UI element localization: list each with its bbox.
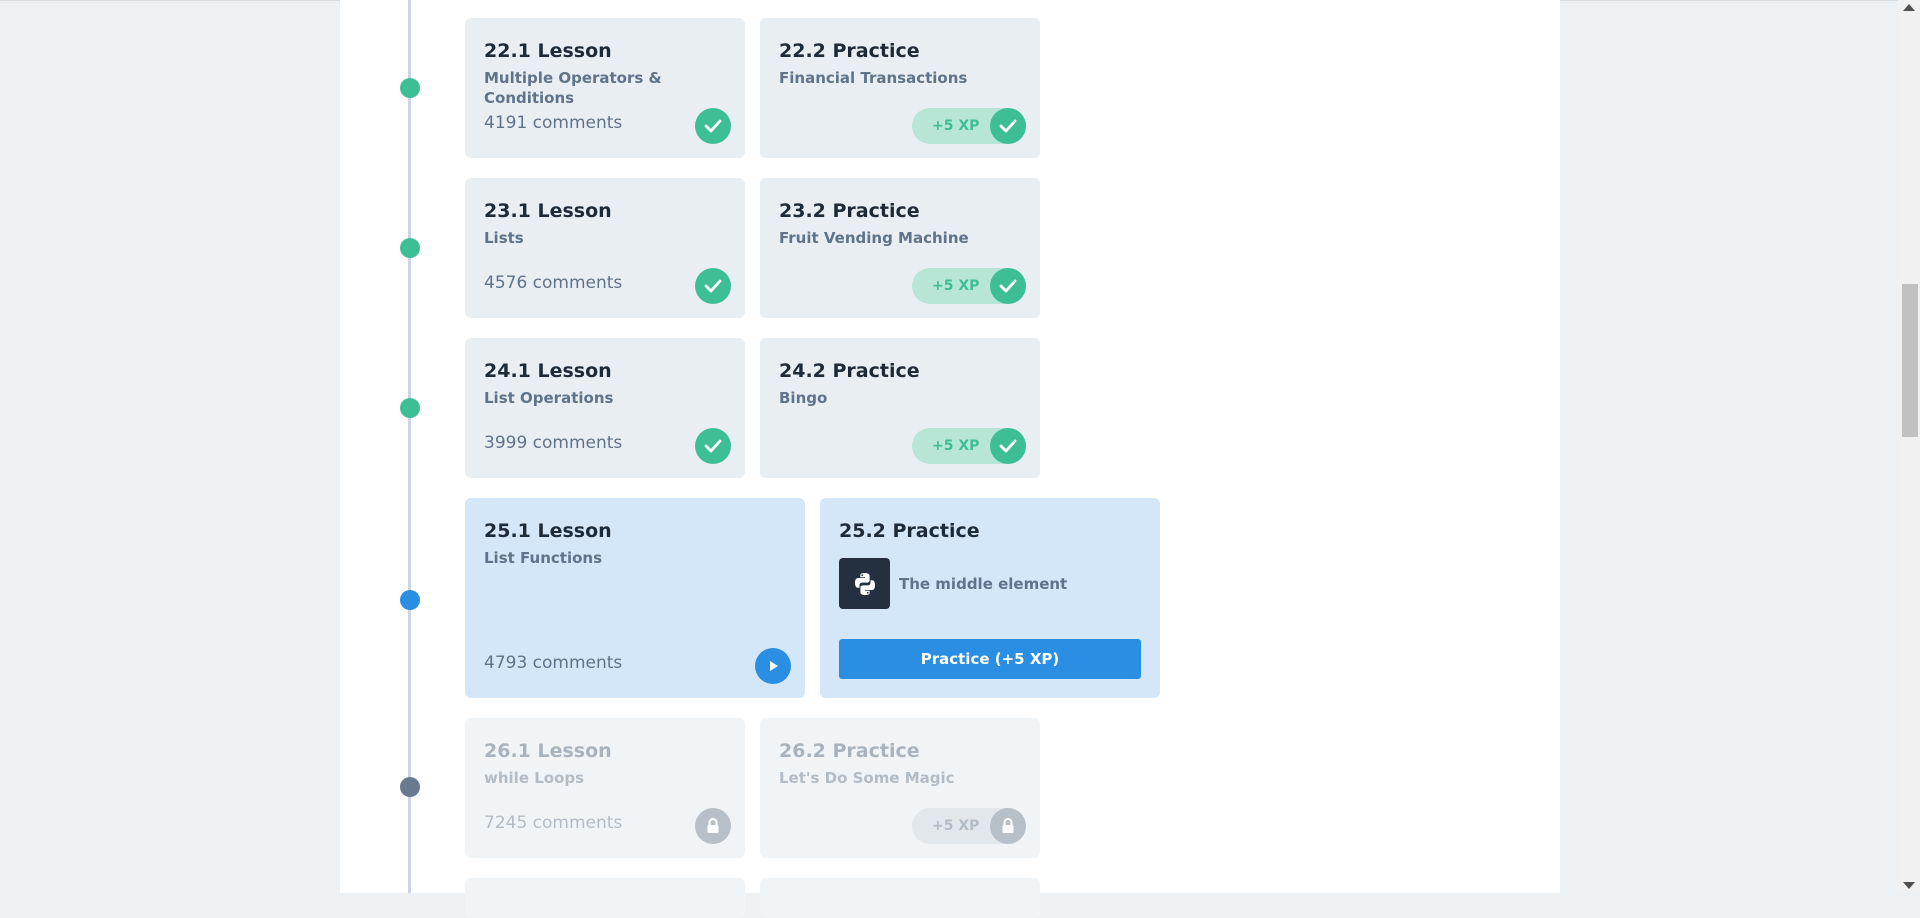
lesson-title: while Loops [484, 769, 585, 787]
scroll-thumb[interactable] [1902, 284, 1918, 437]
practice-title: Fruit Vending Machine [779, 229, 969, 247]
xp-badge: +5 XP [912, 268, 1026, 304]
timeline-dot-done [400, 238, 420, 258]
exercise-title: The middle element [899, 574, 1068, 593]
xp-badge: +5 XP [912, 428, 1026, 464]
lock-icon [695, 808, 731, 844]
xp-label: +5 XP [932, 118, 980, 134]
lesson-card-locked: 26.1 Lesson while Loops 7245 comments [465, 718, 745, 858]
check-icon [990, 108, 1026, 144]
timeline-dot-done [400, 398, 420, 418]
exercise-row[interactable]: The middle element [839, 558, 1067, 609]
play-icon[interactable] [755, 648, 791, 684]
lesson-title: Lists [484, 229, 524, 247]
timeline-dot-done [400, 78, 420, 98]
lesson-card-locked [465, 878, 745, 918]
lock-icon [990, 808, 1026, 844]
practice-card-locked: 26.2 Practice Let's Do Some Magic +5 XP [760, 718, 1040, 858]
practice-card-locked [760, 878, 1040, 918]
check-icon [695, 268, 731, 304]
check-icon [990, 268, 1026, 304]
xp-badge: +5 XP [912, 108, 1026, 144]
timeline-dot-current [400, 590, 420, 610]
lesson-card[interactable]: 24.1 Lesson List Operations 3999 comment… [465, 338, 745, 478]
scroll-down-arrow-icon[interactable] [1903, 882, 1915, 889]
practice-number: 24.2 Practice [779, 360, 920, 382]
practice-number: 25.2 Practice [839, 520, 980, 542]
practice-title: Financial Transactions [779, 69, 968, 87]
python-logo-icon [839, 558, 890, 609]
practice-number: 26.2 Practice [779, 740, 920, 762]
lesson-card-current[interactable]: 25.1 Lesson List Functions 4793 comments [465, 498, 805, 698]
comments-link[interactable]: 4576 comments [484, 273, 622, 293]
xp-label: +5 XP [932, 438, 980, 454]
page-scrollbar[interactable] [1898, 0, 1920, 893]
practice-button[interactable]: Practice (+5 XP) [839, 639, 1141, 679]
lesson-title: List Functions [484, 549, 602, 567]
lesson-number: 26.1 Lesson [484, 740, 612, 762]
xp-label: +5 XP [932, 278, 980, 294]
practice-title: Bingo [779, 389, 828, 407]
lesson-number: 24.1 Lesson [484, 360, 612, 382]
lesson-number: 23.1 Lesson [484, 200, 612, 222]
practice-number: 22.2 Practice [779, 40, 920, 62]
comments-link[interactable]: 4793 comments [484, 653, 622, 673]
lesson-title: List Operations [484, 389, 614, 407]
lesson-card[interactable]: 22.1 Lesson Multiple Operators & Conditi… [465, 18, 745, 158]
lesson-number: 25.1 Lesson [484, 520, 612, 542]
progress-timeline [408, 0, 411, 893]
lesson-title: Multiple Operators & Conditions [484, 69, 662, 107]
comments-link[interactable]: 4191 comments [484, 113, 622, 133]
lesson-number: 22.1 Lesson [484, 40, 612, 62]
timeline-dot-locked [400, 777, 420, 797]
practice-number: 23.2 Practice [779, 200, 920, 222]
check-icon [695, 108, 731, 144]
xp-badge: +5 XP [912, 808, 1026, 844]
lesson-card[interactable]: 23.1 Lesson Lists 4576 comments [465, 178, 745, 318]
practice-card-current[interactable]: 25.2 Practice The middle element Practic… [820, 498, 1160, 698]
comments-link: 7245 comments [484, 813, 623, 833]
check-icon [990, 428, 1026, 464]
scroll-up-arrow-icon[interactable] [1903, 4, 1915, 11]
practice-card[interactable]: 24.2 Practice Bingo +5 XP [760, 338, 1040, 478]
practice-card[interactable]: 22.2 Practice Financial Transactions +5 … [760, 18, 1040, 158]
practice-card[interactable]: 23.2 Practice Fruit Vending Machine +5 X… [760, 178, 1040, 318]
comments-link[interactable]: 3999 comments [484, 433, 622, 453]
xp-label: +5 XP [932, 818, 980, 834]
practice-title: Let's Do Some Magic [779, 769, 955, 787]
check-icon [695, 428, 731, 464]
